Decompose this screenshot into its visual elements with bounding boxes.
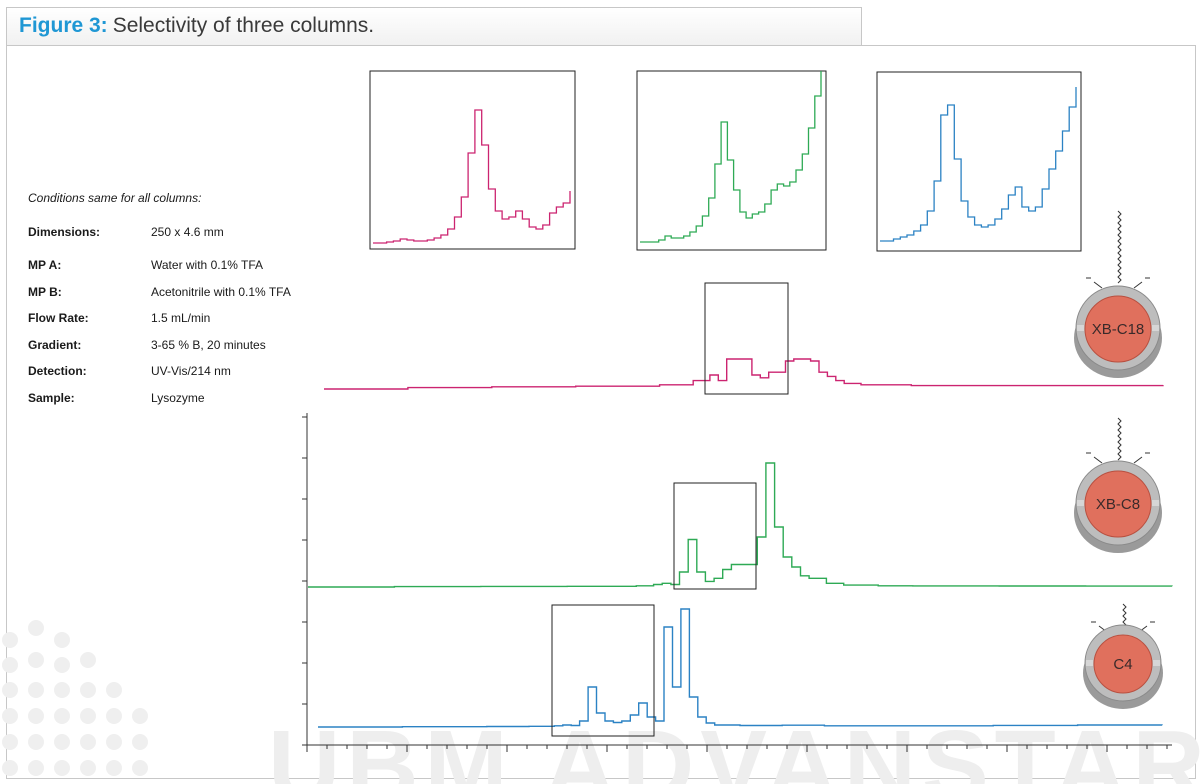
badge-notch xyxy=(1152,325,1159,331)
badge-notch xyxy=(1077,500,1084,506)
watermark-dot xyxy=(80,734,96,750)
condition-value: 250 x 4.6 mm xyxy=(151,225,224,239)
watermark-dot xyxy=(2,657,18,673)
condition-key: Sample: xyxy=(28,391,75,405)
watermark-dot xyxy=(54,734,70,750)
watermark-dot xyxy=(54,708,70,724)
condition-row: Gradient: 3-65 % B, 20 minutes xyxy=(28,338,323,354)
condition-value: 3-65 % B, 20 minutes xyxy=(151,338,266,352)
watermark-dot xyxy=(106,760,122,776)
trace-line xyxy=(308,462,1173,588)
condition-row: Flow Rate: 1.5 mL/min xyxy=(28,311,323,327)
column-badge: XB-C8 xyxy=(1074,417,1162,553)
column-badge: XB-C18 xyxy=(1074,210,1162,378)
condition-key: Detection: xyxy=(28,364,87,378)
watermark-dot xyxy=(54,760,70,776)
conditions-panel: Conditions same for all columns: Dimensi… xyxy=(20,183,322,413)
condition-key: MP A: xyxy=(28,258,62,272)
watermark-dot xyxy=(80,760,96,776)
watermark-dot xyxy=(132,760,148,776)
condition-key: Gradient: xyxy=(28,338,82,352)
condition-value: UV-Vis/214 nm xyxy=(151,364,231,378)
badge-notch xyxy=(1077,325,1084,331)
watermark-dots xyxy=(2,620,148,776)
watermark-dot xyxy=(54,682,70,698)
watermark-dot xyxy=(2,682,18,698)
watermark-dot xyxy=(80,682,96,698)
condition-value: 1.5 mL/min xyxy=(151,311,211,325)
watermark-dot xyxy=(28,734,44,750)
condition-row: MP A: Water with 0.1% TFA xyxy=(28,258,323,274)
watermark-dot xyxy=(28,652,44,668)
watermark-dot xyxy=(28,682,44,698)
watermark-dot xyxy=(54,632,70,648)
watermark-dot xyxy=(80,652,96,668)
watermark-dot xyxy=(106,708,122,724)
watermark-dot xyxy=(28,620,44,636)
column-badges: XB-C18 XB-C8 C4 xyxy=(1074,210,1163,709)
axis-ticks xyxy=(302,334,1168,752)
watermark-dot xyxy=(80,708,96,724)
watermark-dot xyxy=(28,708,44,724)
zoom-box xyxy=(704,282,789,395)
condition-row: Detection: UV-Vis/214 nm xyxy=(28,364,323,380)
badge-notch xyxy=(1086,660,1093,666)
watermark-dot xyxy=(2,632,18,648)
condition-row: Dimensions: 250 x 4.6 mm xyxy=(28,225,323,241)
watermark-dot xyxy=(106,734,122,750)
condition-key: Flow Rate: xyxy=(28,311,89,325)
column-badge: C4 xyxy=(1083,603,1163,709)
condition-key: MP B: xyxy=(28,285,62,299)
badge-label: C4 xyxy=(1113,656,1132,673)
badge-label: XB-C8 xyxy=(1096,496,1140,513)
conditions-title: Conditions same for all columns: xyxy=(28,191,202,205)
condition-value: Water with 0.1% TFA xyxy=(151,258,264,272)
condition-row: Sample: Lysozyme xyxy=(28,391,323,407)
watermark-dot xyxy=(106,682,122,698)
watermark-dot xyxy=(132,708,148,724)
inset-panel xyxy=(876,71,1082,252)
watermark-dot xyxy=(2,760,18,776)
badge-notch xyxy=(1153,660,1160,666)
condition-key: Dimensions: xyxy=(28,225,101,239)
watermark-dot xyxy=(54,657,70,673)
watermark-dot xyxy=(132,734,148,750)
trace-line xyxy=(324,358,1164,390)
main-traces xyxy=(308,358,1173,728)
watermark-dot xyxy=(2,734,18,750)
badge-notch xyxy=(1152,500,1159,506)
chain-squiggle xyxy=(1117,210,1122,284)
condition-value: Lysozyme xyxy=(151,391,205,405)
chain-squiggle xyxy=(1117,417,1122,461)
inset-panels xyxy=(369,70,1082,252)
zoom-boxes xyxy=(551,282,789,737)
badge-label: XB-C18 xyxy=(1092,321,1145,338)
watermark-dot xyxy=(28,760,44,776)
inset-panel xyxy=(369,70,576,250)
condition-value: Acetonitrile with 0.1% TFA xyxy=(151,285,291,299)
watermark-dot xyxy=(2,708,18,724)
watermark: UBM ADVANSTAR xyxy=(268,710,1202,784)
zoom-box xyxy=(673,482,757,590)
chain-squiggle xyxy=(1122,603,1127,629)
condition-row: MP B: Acetonitrile with 0.1% TFA xyxy=(28,285,323,301)
